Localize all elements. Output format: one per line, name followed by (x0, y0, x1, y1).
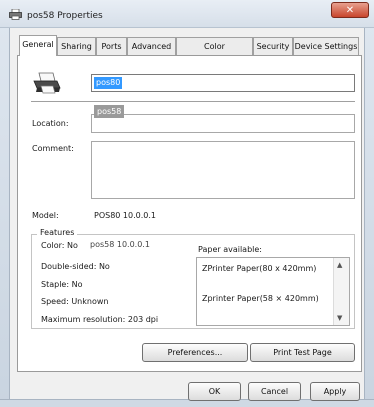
model-value: POS80 10.0.0.1 (94, 211, 156, 220)
location-label: Location: (32, 119, 69, 128)
comment-label: Comment: (32, 144, 74, 153)
tab-sharing[interactable]: Sharing (57, 37, 96, 55)
ok-button[interactable]: OK (188, 382, 241, 401)
window-frame-left (0, 0, 10, 407)
feature-color-overlay: pos58 10.0.0.1 (90, 240, 150, 249)
printer-name-value: pos80 (94, 77, 123, 89)
printer-icon (33, 72, 61, 94)
tab-device-settings[interactable]: Device Settings (293, 37, 359, 55)
preferences-button-label: Preferences... (167, 348, 223, 357)
feature-max-resolution: Maximum resolution: 203 dpi (41, 315, 159, 324)
location-field[interactable] (91, 114, 355, 133)
close-button[interactable]: ✕ (331, 2, 369, 18)
window-frame-right (364, 0, 374, 407)
feature-color: Color: No (41, 241, 78, 250)
apply-button-label: Apply (323, 387, 347, 396)
title-bar[interactable]: pos58 Properties ✕ (0, 0, 374, 28)
printer-icon (9, 8, 22, 20)
tab-general[interactable]: General (19, 35, 57, 56)
printer-name-field[interactable] (91, 74, 355, 92)
tab-color-management[interactable]: Color Management (176, 37, 253, 68)
cancel-button[interactable]: Cancel (248, 382, 301, 401)
apply-button[interactable]: Apply (310, 382, 360, 401)
scroll-down-arrow-icon[interactable]: ▼ (337, 314, 342, 322)
paper-available-label: Paper available: (198, 245, 263, 254)
print-test-page-button[interactable]: Print Test Page (250, 343, 355, 362)
features-title: Features (37, 228, 78, 237)
separator (31, 101, 355, 102)
tooltip: pos58 (94, 105, 125, 118)
paper-list-item[interactable]: ZPrinter Paper(80 x 420mm) (202, 264, 316, 273)
window-title: pos58 Properties (27, 11, 103, 21)
comment-field[interactable] (91, 141, 355, 199)
feature-speed: Speed: Unknown (41, 297, 109, 306)
feature-double-sided: Double-sided: No (41, 262, 110, 271)
ok-button-label: OK (208, 387, 221, 396)
tab-advanced[interactable]: Advanced (127, 37, 176, 55)
feature-staple: Staple: No (41, 280, 83, 289)
print-test-page-button-label: Print Test Page (273, 348, 332, 357)
model-label: Model: (32, 211, 59, 220)
scroll-up-arrow-icon[interactable]: ▲ (337, 261, 342, 269)
paper-list-item[interactable]: Zprinter Paper(58 × 420mm) (202, 294, 319, 303)
close-icon: ✕ (345, 5, 355, 16)
cancel-button-label: Cancel (260, 387, 289, 396)
tab-ports[interactable]: Ports (96, 37, 127, 55)
preferences-button[interactable]: Preferences... (142, 343, 248, 362)
tab-security[interactable]: Security (253, 37, 293, 55)
